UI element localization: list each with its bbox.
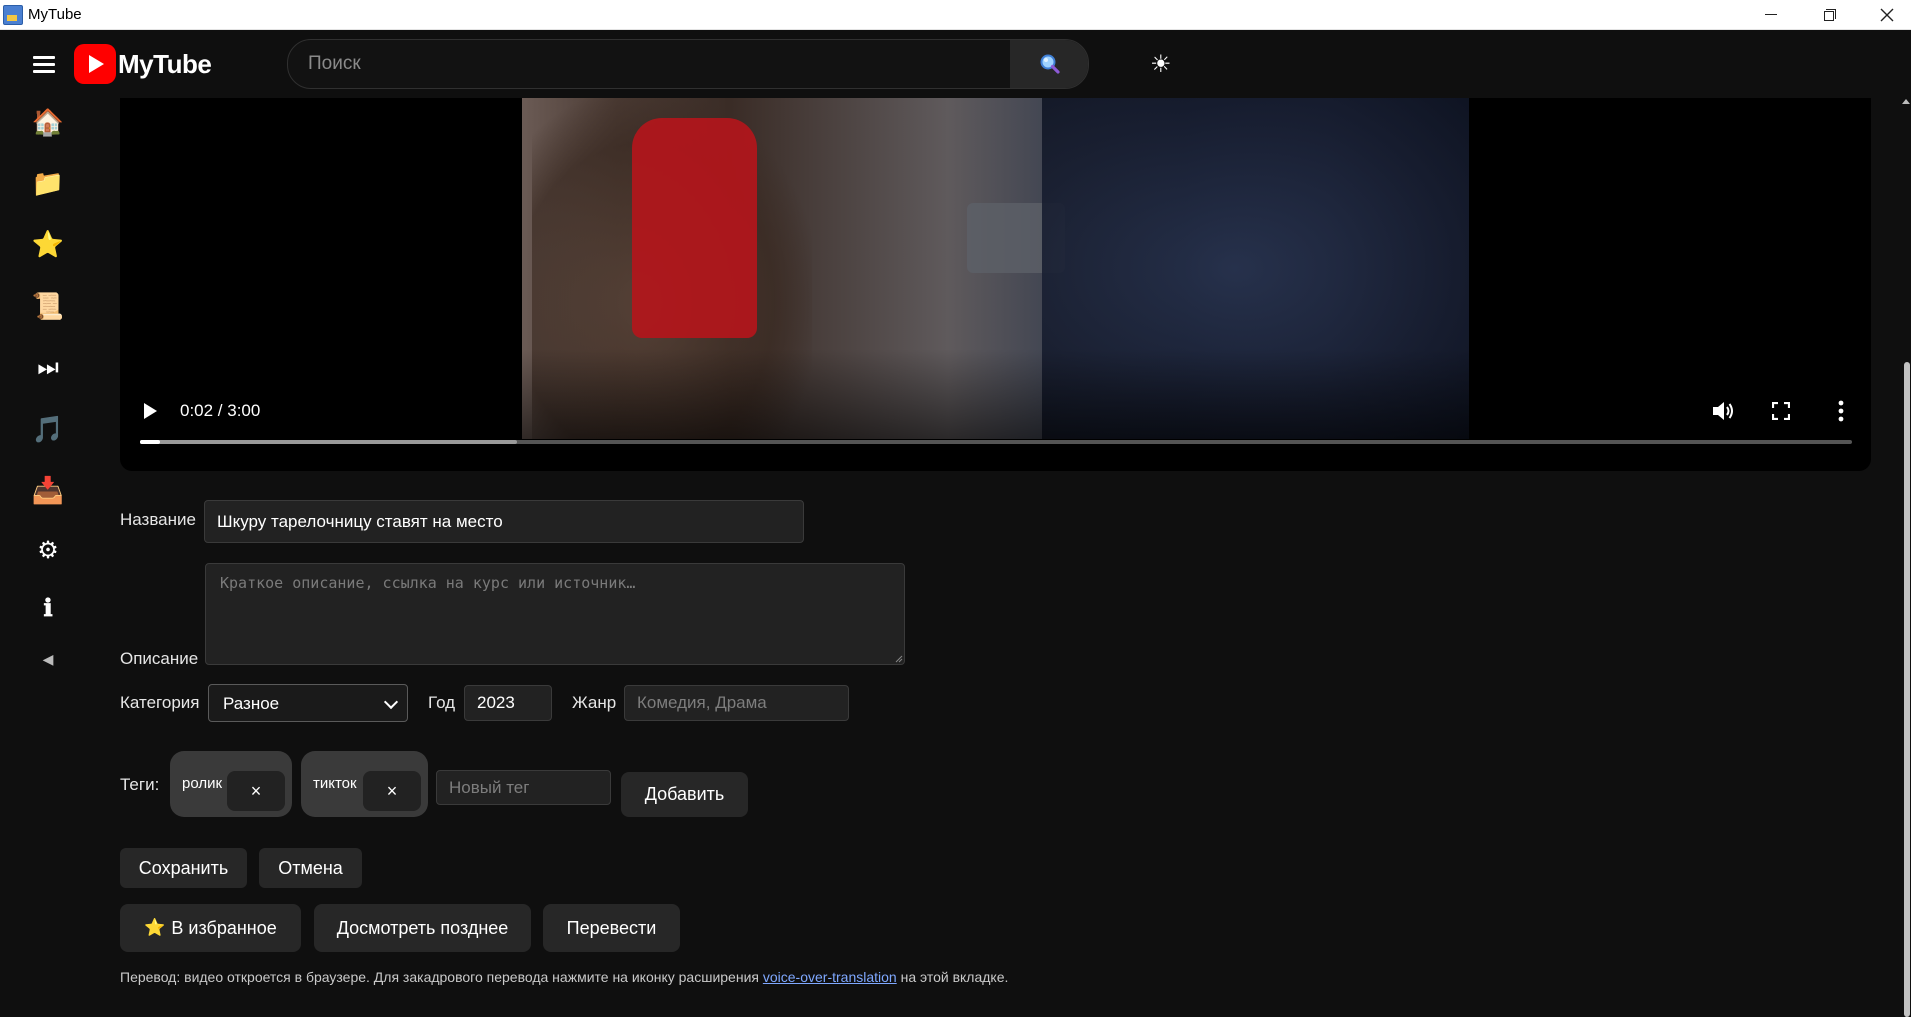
menu-icon-line	[33, 70, 55, 73]
played-progress	[140, 440, 160, 444]
music-note-icon[interactable]: 🎵	[30, 411, 66, 447]
new-tag-input[interactable]	[436, 770, 611, 805]
scroll-up-arrow-icon[interactable]	[1902, 99, 1910, 104]
app-header: MyTube ☀	[0, 30, 1911, 98]
folder-icon[interactable]: 📁	[30, 165, 66, 201]
translation-note-tail: на этой вкладке.	[896, 969, 1009, 985]
restore-button[interactable]	[1800, 0, 1858, 29]
video-time: 0:02 / 3:00	[180, 401, 261, 420]
remove-tag-button[interactable]: ×	[227, 771, 285, 811]
translate-button[interactable]: Перевести	[543, 904, 680, 952]
app-icon	[3, 5, 23, 25]
save-button[interactable]: Сохранить	[120, 848, 247, 888]
volume-icon[interactable]	[1711, 400, 1735, 422]
close-icon	[1880, 8, 1894, 21]
title-label: Название	[120, 510, 196, 529]
translation-note-text: Перевод: видео откроется в браузере. Для…	[120, 969, 763, 985]
tag-chip: ролик ×	[170, 751, 292, 817]
video-scene-red-top	[632, 118, 757, 338]
favorite-button[interactable]: ⭐ В избранное	[120, 904, 301, 952]
category-select[interactable]: Разное	[208, 684, 408, 722]
restore-icon	[1823, 9, 1836, 21]
play-logo-icon	[74, 44, 116, 84]
category-label: Категория	[120, 693, 200, 712]
star-icon: ⭐	[144, 918, 166, 937]
category-select-wrap: Разное	[208, 684, 408, 722]
year-label: Год	[428, 693, 456, 712]
tags-label: Теги:	[120, 775, 160, 794]
video-progress-bar[interactable]	[140, 440, 1852, 444]
video-frame	[522, 98, 1469, 439]
translation-note: Перевод: видео откроется в браузере. Для…	[120, 969, 1008, 985]
logo[interactable]: MyTube	[74, 44, 212, 84]
year-input[interactable]	[464, 685, 552, 721]
collapse-arrow-icon[interactable]: ◀	[30, 641, 66, 677]
cancel-button[interactable]: Отмена	[259, 848, 362, 888]
tag-text: тикток	[313, 775, 357, 792]
theme-toggle-icon[interactable]: ☀	[1150, 50, 1172, 79]
close-button[interactable]	[1858, 0, 1911, 29]
title-input[interactable]	[204, 500, 804, 543]
more-options-icon[interactable]	[1838, 400, 1844, 422]
search-input[interactable]	[288, 40, 1008, 88]
logo-text: MyTube	[118, 48, 212, 79]
video-player[interactable]: 0:02 / 3:00	[120, 98, 1871, 471]
genre-label: Жанр	[572, 693, 617, 712]
resize-handle-icon[interactable]	[895, 655, 903, 663]
minimize-button[interactable]	[1742, 0, 1800, 29]
menu-button[interactable]	[33, 54, 57, 74]
description-label: Описание	[120, 649, 199, 668]
video-controls-gradient	[522, 349, 1469, 439]
play-icon[interactable]	[144, 403, 157, 419]
menu-icon-line	[33, 63, 55, 66]
voice-over-translation-link[interactable]: voice-over-translation	[763, 969, 897, 985]
tag-text: ролик	[182, 775, 223, 792]
scroll-history-icon[interactable]: 📜	[30, 288, 66, 324]
inbox-download-icon[interactable]: 📥	[30, 472, 66, 508]
remove-tag-button[interactable]: ×	[363, 771, 421, 811]
star-icon[interactable]: ⭐	[30, 226, 66, 262]
minimize-icon	[1765, 13, 1777, 16]
tag-chip: тикток ×	[301, 751, 428, 817]
scrollbar-thumb[interactable]	[1904, 362, 1910, 1017]
search-button[interactable]	[1010, 40, 1088, 88]
menu-icon-line	[33, 56, 55, 59]
description-textarea[interactable]	[205, 563, 905, 665]
home-icon[interactable]: 🏠	[30, 104, 66, 140]
search-icon	[1040, 54, 1060, 74]
watch-later-button[interactable]: Досмотреть позднее	[314, 904, 531, 952]
favorite-button-label: В избранное	[171, 917, 277, 938]
gear-icon[interactable]: ⚙	[30, 532, 66, 568]
fullscreen-icon[interactable]	[1772, 402, 1790, 420]
add-tag-button[interactable]: Добавить	[621, 772, 748, 817]
buffered-progress	[140, 440, 517, 444]
skip-forward-icon[interactable]: ⏭	[30, 350, 66, 386]
search-bar	[287, 39, 1089, 89]
genre-input[interactable]	[624, 685, 849, 721]
window-titlebar: MyTube	[0, 0, 1911, 30]
window-title: MyTube	[28, 6, 82, 23]
info-icon[interactable]: ℹ	[30, 590, 66, 626]
